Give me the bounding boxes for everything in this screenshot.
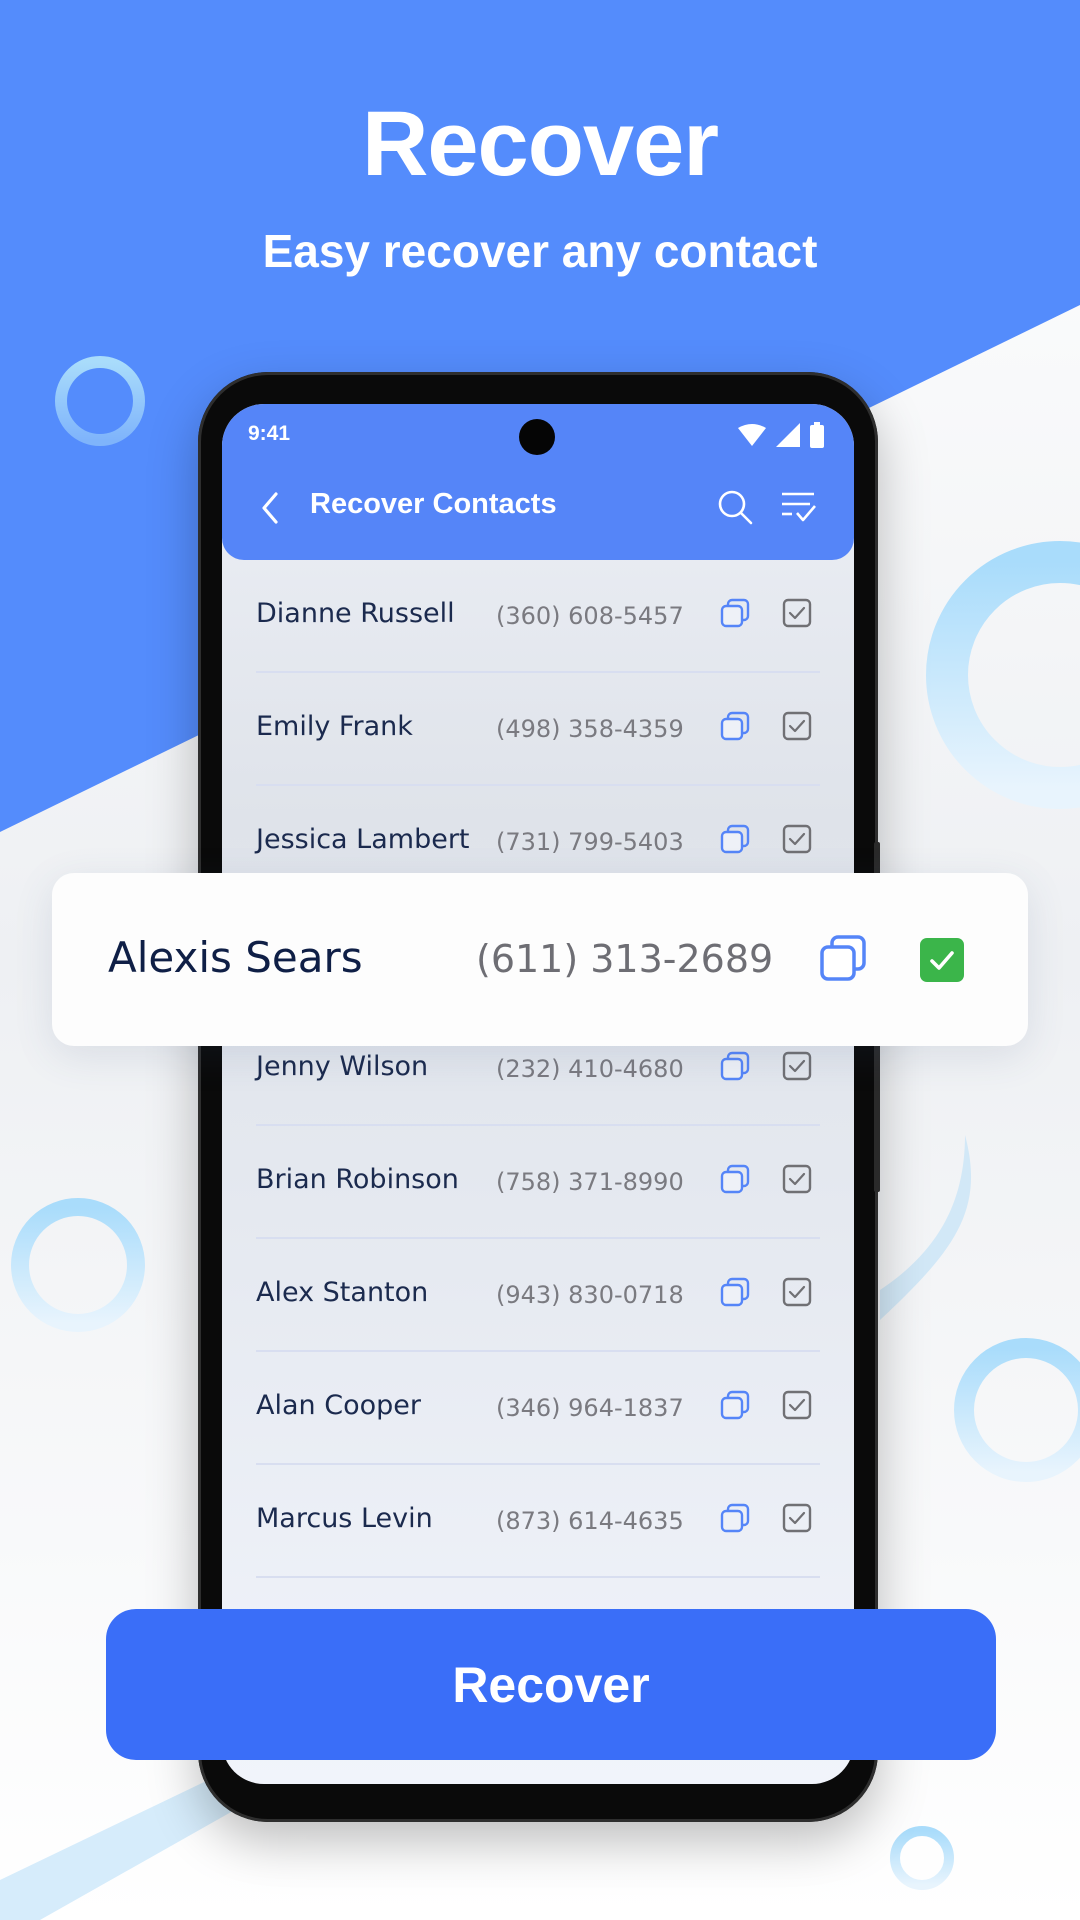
contact-name: Alex Stanton [256, 1277, 429, 1308]
status-time: 9:41 [248, 422, 291, 445]
phone-screen: 9:41 Recover Contacts Dianne Russell (360… [222, 404, 854, 1784]
checklist-icon[interactable] [780, 490, 818, 524]
checkbox-checked[interactable] [782, 1503, 812, 1533]
hero-title: Recover [361, 93, 719, 195]
appbar-title: Recover Contacts [310, 488, 557, 520]
contact-name: Jenny Wilson [256, 1051, 429, 1082]
contact-row[interactable]: Emily Frank (498) 358-4359 [222, 673, 854, 786]
copy-icon[interactable] [720, 1503, 750, 1533]
contact-phone: (346) 964-1837 [496, 1394, 684, 1422]
checkbox-checked[interactable] [782, 711, 812, 741]
contact-phone: (360) 608-5457 [496, 602, 684, 630]
contact-row[interactable]: Dianne Russell (360) 608-5457 [222, 560, 854, 673]
contact-row[interactable]: Alex Stanton (943) 830-0718 [222, 1239, 854, 1352]
checkbox-checked[interactable] [920, 938, 964, 982]
hero-subtitle: Easy recover any contact [262, 225, 818, 277]
recover-button[interactable]: Recover [106, 1609, 996, 1760]
copy-icon[interactable] [720, 598, 750, 628]
contact-name: Alexis Sears [108, 933, 363, 982]
copy-icon[interactable] [720, 1277, 750, 1307]
row-divider [256, 1576, 820, 1578]
signal-icon [776, 423, 800, 447]
search-icon[interactable] [716, 488, 754, 526]
copy-icon[interactable] [720, 1164, 750, 1194]
wifi-icon [738, 424, 766, 446]
contact-name: Brian Robinson [256, 1164, 459, 1195]
contact-name: Marcus Levin [256, 1503, 433, 1534]
contact-row[interactable]: Alan Cooper (346) 964-1837 [222, 1352, 854, 1465]
copy-icon[interactable] [720, 824, 750, 854]
copy-icon[interactable] [820, 935, 866, 981]
battery-icon [810, 422, 824, 448]
contact-name: Dianne Russell [256, 598, 455, 629]
check-icon [930, 951, 954, 970]
copy-icon[interactable] [720, 1390, 750, 1420]
contact-row[interactable]: Brian Robinson (758) 371-8990 [222, 1126, 854, 1239]
checkbox-checked[interactable] [782, 598, 812, 628]
checkbox-checked[interactable] [782, 1164, 812, 1194]
contact-row[interactable]: Marcus Levin (873) 614-4635 [222, 1465, 854, 1578]
contact-phone: (611) 313-2689 [476, 937, 774, 981]
highlighted-contact-card[interactable]: Alexis Sears (611) 313-2689 [52, 873, 1028, 1046]
contact-phone: (498) 358-4359 [496, 715, 684, 743]
copy-icon[interactable] [720, 1051, 750, 1081]
contact-name: Emily Frank [256, 711, 413, 742]
status-icons [738, 422, 824, 448]
app-bar: 9:41 Recover Contacts [222, 404, 854, 560]
checkbox-checked[interactable] [782, 1051, 812, 1081]
contact-phone: (731) 799-5403 [496, 828, 684, 856]
contact-phone: (232) 410-4680 [496, 1055, 684, 1083]
contact-phone: (943) 830-0718 [496, 1281, 684, 1309]
contact-phone: (873) 614-4635 [496, 1507, 684, 1535]
checkbox-checked[interactable] [782, 824, 812, 854]
camera-cutout [519, 419, 555, 455]
contact-name: Alan Cooper [256, 1390, 421, 1421]
checkbox-checked[interactable] [782, 1277, 812, 1307]
contact-name: Jessica Lambert [256, 824, 470, 855]
phone-mockup: 9:41 Recover Contacts Dianne Russell (360… [198, 372, 880, 1822]
contact-phone: (758) 371-8990 [496, 1168, 684, 1196]
checkbox-checked[interactable] [782, 1390, 812, 1420]
copy-icon[interactable] [720, 711, 750, 741]
back-button[interactable] [256, 490, 286, 526]
